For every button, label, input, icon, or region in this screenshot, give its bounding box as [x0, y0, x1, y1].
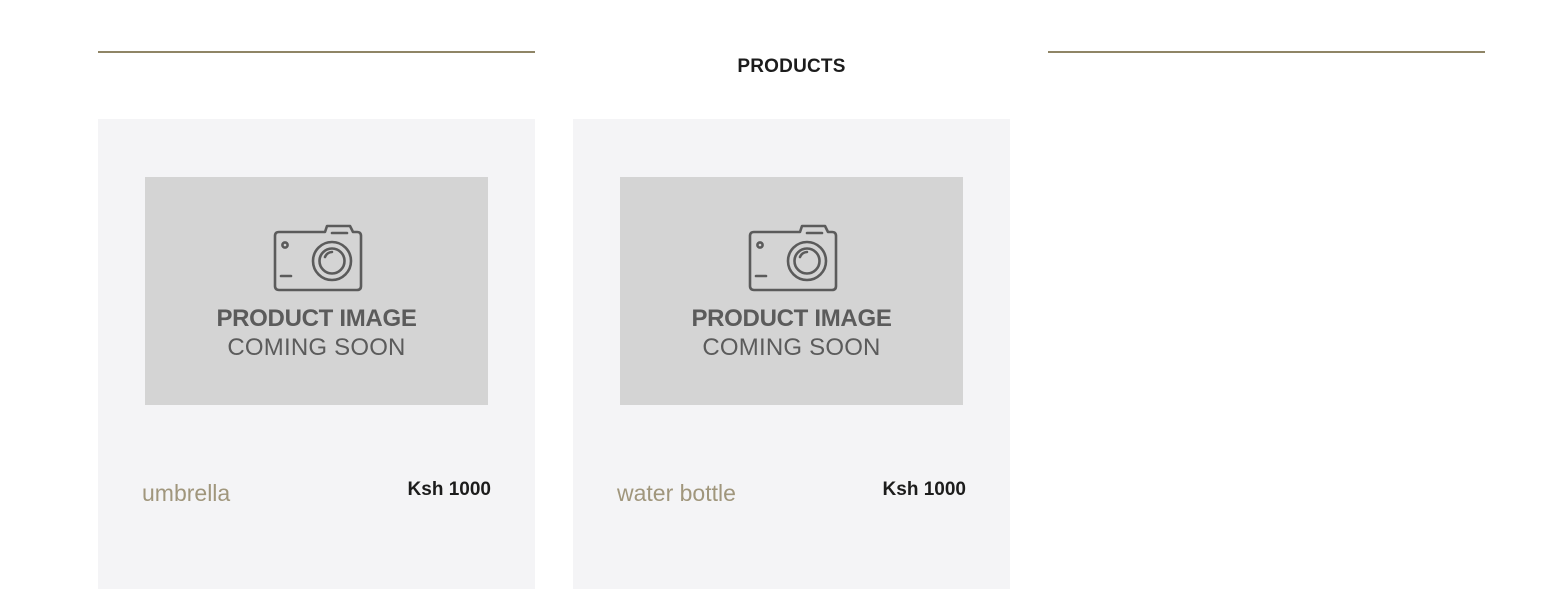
products-section-header: PRODUCTS — [98, 40, 1485, 92]
placeholder-title: PRODUCT IMAGE — [216, 305, 417, 332]
product-name-link[interactable]: water bottle — [617, 480, 736, 507]
product-price: Ksh 1000 — [882, 479, 966, 500]
header-divider-left — [98, 51, 535, 53]
product-image-placeholder[interactable]: PRODUCT IMAGE COMING SOON — [145, 177, 488, 405]
header-divider-right — [1048, 51, 1485, 53]
product-name-link[interactable]: umbrella — [142, 480, 230, 507]
product-price: Ksh 1000 — [407, 479, 491, 500]
placeholder-subtitle: COMING SOON — [702, 334, 881, 361]
placeholder-title: PRODUCT IMAGE — [691, 305, 892, 332]
placeholder-subtitle: COMING SOON — [227, 334, 406, 361]
section-title: PRODUCTS — [737, 56, 846, 77]
camera-icon — [273, 224, 363, 292]
product-card[interactable]: PRODUCT IMAGE COMING SOON water bottle K… — [573, 119, 1010, 589]
camera-icon — [748, 224, 838, 292]
product-card[interactable]: PRODUCT IMAGE COMING SOON umbrella Ksh 1… — [98, 119, 535, 589]
product-image-placeholder[interactable]: PRODUCT IMAGE COMING SOON — [620, 177, 963, 405]
